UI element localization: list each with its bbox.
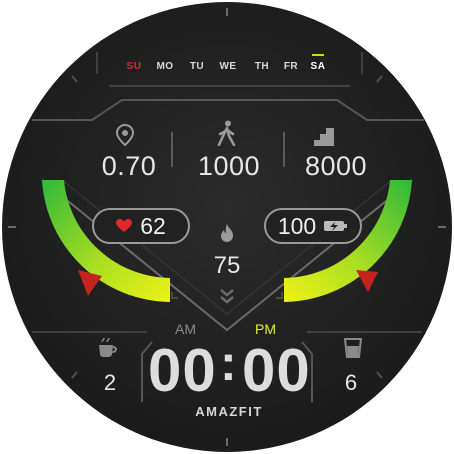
stairs-icon: [314, 128, 334, 146]
steps-value: 1000: [197, 151, 261, 181]
current-day-indicator: [312, 54, 324, 56]
heart-rate-pill[interactable]: 62: [92, 208, 190, 244]
time-separator: :: [220, 335, 238, 391]
water-glass-icon: [344, 338, 362, 358]
battery-charging-icon: [324, 221, 348, 231]
location-pin-icon: [116, 124, 134, 146]
coffee-cup-icon: [99, 338, 117, 357]
water-intake-value: 2: [103, 370, 117, 395]
weekday-fri: FR: [283, 61, 299, 72]
heart-rate-value: 62: [140, 212, 166, 239]
calories-value: 75: [213, 252, 241, 279]
distance-value: 0.70: [101, 151, 157, 181]
am-indicator: AM: [175, 321, 196, 337]
watch-face: SU MO TU WE TH FR SA 0.70 1000 8000 62 1…: [2, 2, 452, 452]
weekday-tue: TU: [189, 61, 205, 72]
weekday-mon: MO: [156, 61, 174, 72]
weekday-thu: TH: [254, 61, 270, 72]
brand-logo: AMAZFIT: [195, 404, 263, 419]
floors-value: 8000: [304, 151, 368, 181]
weather-value: 6: [344, 370, 358, 395]
battery-value: 100: [277, 212, 317, 239]
time-hours: 00: [148, 337, 217, 404]
weekday-wed: WE: [219, 61, 237, 72]
walking-person-icon: [217, 120, 236, 146]
double-chevron-down-icon: [220, 289, 234, 304]
time-minutes: 00: [242, 337, 311, 404]
heart-icon: [116, 219, 133, 232]
right-gauge-pointer: [356, 270, 378, 292]
battery-pill[interactable]: 100: [264, 208, 362, 244]
weekday-sun: SU: [126, 61, 142, 72]
flame-icon: [221, 224, 233, 242]
weekday-sat: SA: [310, 61, 326, 72]
pm-indicator: PM: [255, 321, 276, 337]
